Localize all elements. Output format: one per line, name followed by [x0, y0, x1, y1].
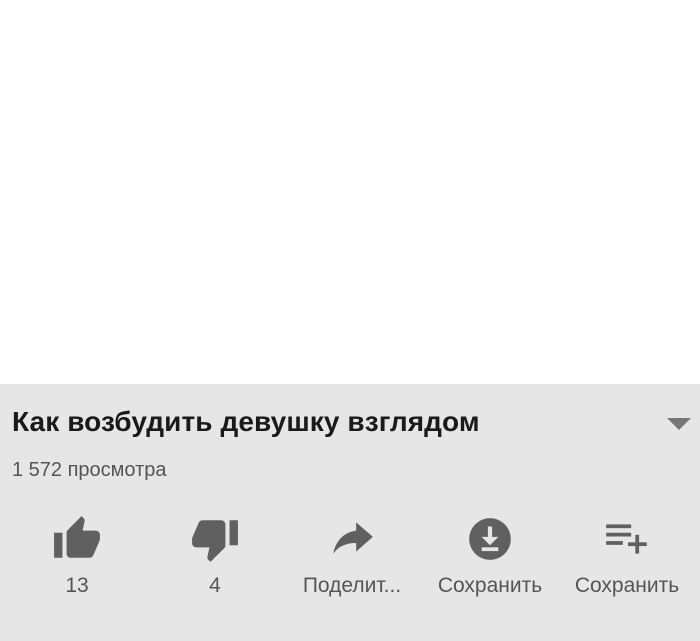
video-player-area[interactable]: [0, 0, 700, 384]
thumbs-down-icon: [190, 514, 240, 564]
dislike-button[interactable]: 4: [150, 514, 280, 604]
like-count: 13: [65, 574, 89, 597]
view-count: 1 572 просмотра: [12, 459, 167, 481]
share-icon: [327, 514, 377, 564]
share-label: Поделит...: [302, 574, 402, 597]
dislike-count: 4: [209, 574, 221, 597]
save-to-playlist-button[interactable]: Сохранить: [562, 514, 692, 604]
thumbs-up-icon: [52, 514, 102, 564]
share-button[interactable]: Поделит...: [287, 514, 417, 604]
download-label: Сохранить: [437, 574, 543, 597]
video-info-panel: Как возбудить девушку взглядом 1 572 про…: [0, 384, 700, 641]
playlist-add-icon: [602, 514, 652, 564]
like-button[interactable]: 13: [12, 514, 142, 604]
chevron-down-icon: [667, 418, 691, 430]
download-button[interactable]: Сохранить: [425, 514, 555, 604]
download-icon: [465, 514, 515, 564]
expand-description-button[interactable]: [664, 414, 694, 434]
video-title: Как возбудить девушку взглядом: [12, 406, 480, 437]
save-label: Сохранить: [574, 574, 680, 597]
